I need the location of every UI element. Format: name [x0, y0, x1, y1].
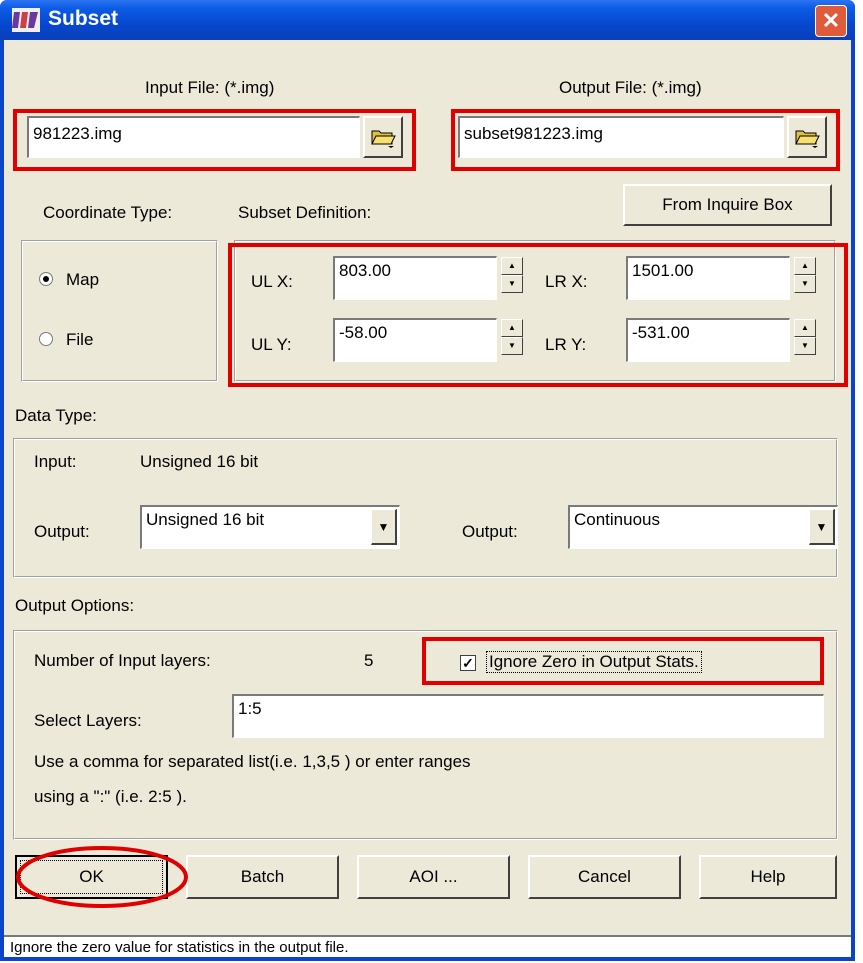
cancel-button[interactable]: Cancel	[528, 855, 681, 899]
title-bar[interactable]: Subset ✕	[0, 0, 855, 40]
datatype-output2-value: Continuous	[574, 510, 661, 529]
radio-selected-dot	[43, 276, 49, 282]
num-layers-label: Number of Input layers:	[34, 651, 211, 670]
input-file-label: Input File: (*.img)	[145, 78, 275, 97]
dialog-body: Input File: (*.img) Output File: (*.img)…	[4, 40, 851, 957]
batch-button[interactable]: Batch	[186, 855, 339, 899]
datatype-output2-select[interactable]: Continuous ▼	[568, 505, 838, 549]
subset-definition-label: Subset Definition:	[238, 203, 372, 222]
close-button[interactable]: ✕	[815, 5, 847, 37]
map-radio[interactable]	[39, 272, 53, 286]
help-button[interactable]: Help	[699, 855, 837, 899]
file-radio-label: File	[66, 330, 94, 349]
file-radio[interactable]	[39, 332, 53, 346]
chevron-down-icon[interactable]: ▼	[809, 509, 835, 545]
subset-dialog: Subset ✕ Input File: (*.img) Output File…	[0, 0, 855, 961]
aoi-button[interactable]: AOI ...	[357, 855, 510, 899]
output-file-highlight	[451, 109, 840, 171]
coordinate-type-label: Coordinate Type:	[43, 203, 173, 222]
datatype-input-label: Input:	[34, 452, 77, 471]
datatype-output-label: Output:	[34, 522, 90, 541]
chevron-down-icon[interactable]: ▼	[371, 509, 397, 545]
from-inquire-box-button[interactable]: From Inquire Box	[623, 184, 832, 226]
datatype-input-value: Unsigned 16 bit	[140, 452, 259, 471]
hint-line-2: using a ":" (i.e. 2:5 ).	[34, 787, 187, 806]
data-type-label: Data Type:	[15, 406, 97, 425]
select-layers-label: Select Layers:	[34, 711, 142, 730]
datatype-output-value: Unsigned 16 bit	[146, 510, 265, 529]
subset-definition-highlight	[228, 243, 848, 387]
select-layers-input[interactable]: 1:5	[232, 694, 824, 738]
input-file-highlight	[13, 109, 416, 171]
datatype-output-select[interactable]: Unsigned 16 bit ▼	[140, 505, 400, 549]
num-layers-value: 5	[364, 651, 374, 670]
datatype-output2-label: Output:	[462, 522, 518, 541]
coordinate-type-group	[21, 240, 218, 382]
status-bar: Ignore the zero value for statistics in …	[4, 935, 851, 957]
output-file-label: Output File: (*.img)	[559, 78, 702, 97]
window-title: Subset	[48, 7, 119, 30]
ignore-zero-highlight	[422, 637, 824, 685]
hint-line-1: Use a comma for separated list(i.e. 1,3,…	[34, 752, 471, 771]
map-radio-label: Map	[66, 270, 100, 289]
close-icon: ✕	[821, 8, 841, 33]
app-icon	[12, 8, 40, 32]
ok-highlight-ellipse	[16, 846, 188, 908]
output-options-label: Output Options:	[15, 596, 135, 615]
